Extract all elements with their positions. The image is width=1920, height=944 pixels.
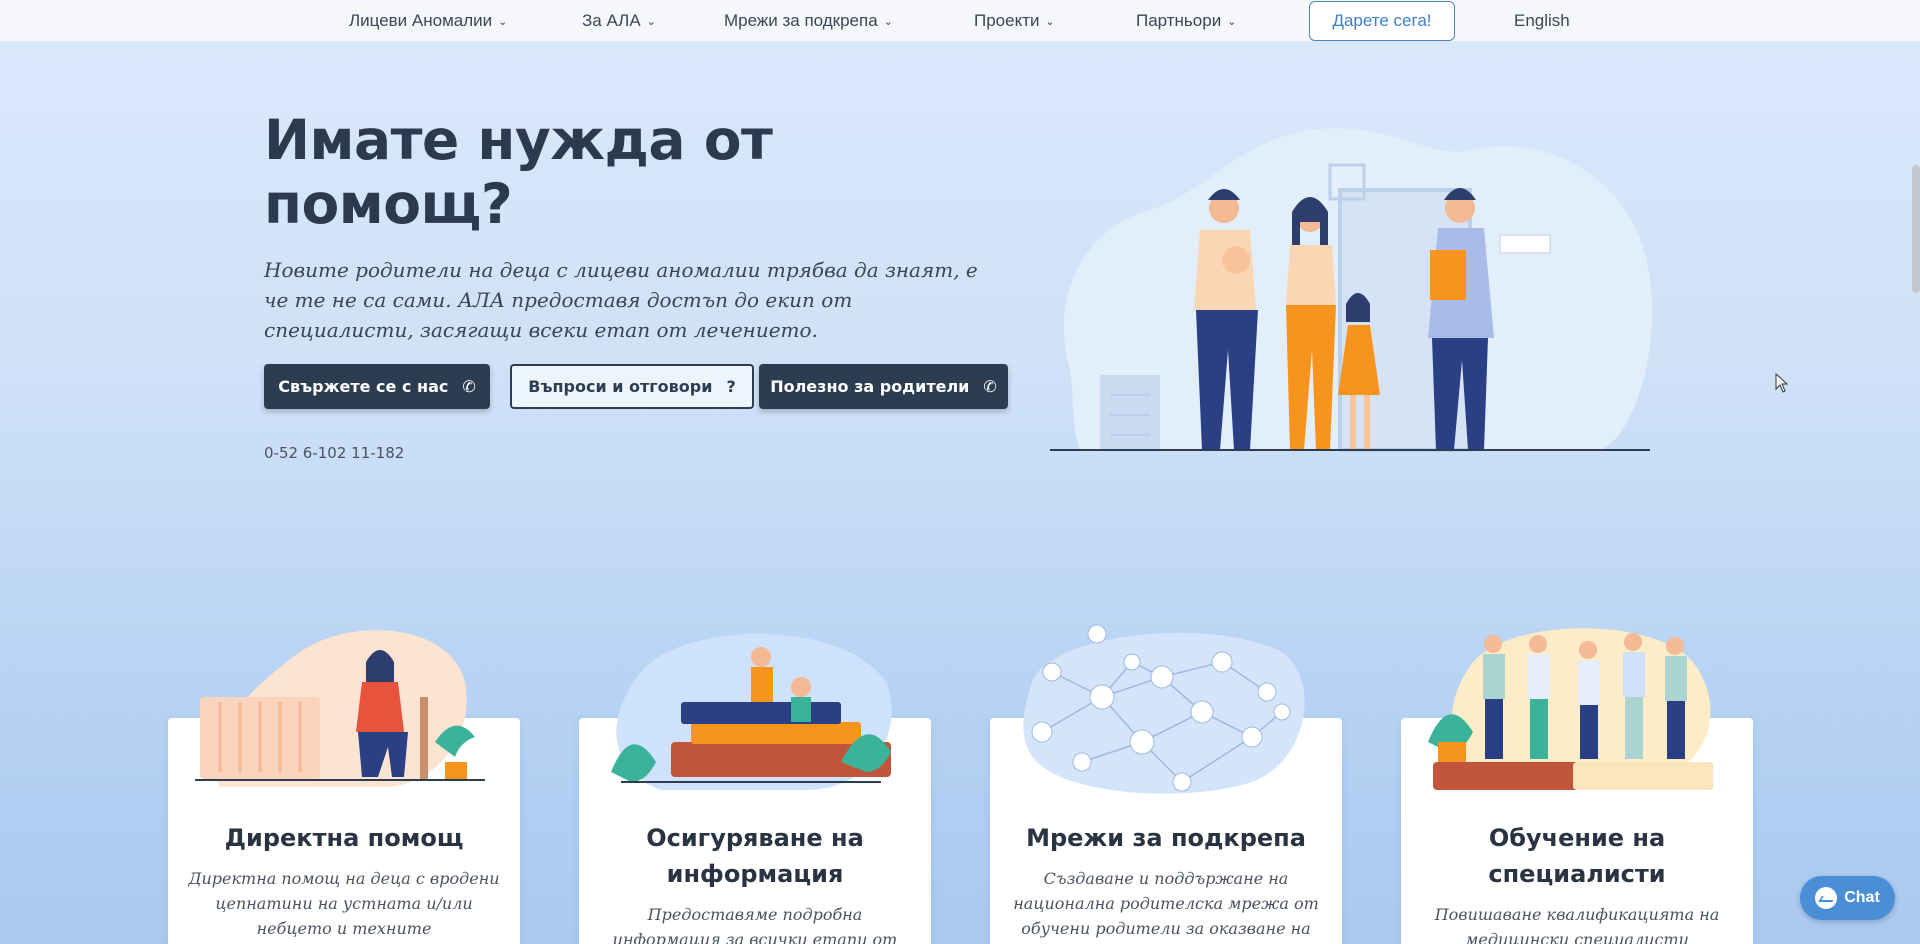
network-people-illustration xyxy=(1023,624,1305,794)
medical-team-illustration xyxy=(1428,628,1713,790)
nav-item-label: Партньори xyxy=(1136,11,1222,30)
hero-text: Новите родители на деца с лицеви аномали… xyxy=(264,258,978,342)
nav-item-label: За АЛА xyxy=(582,11,641,30)
card-title-training: Обучение на специалисти xyxy=(1488,824,1666,888)
language-switch-link[interactable]: English xyxy=(1514,0,1570,42)
hero-title: Имате нужда от помощ? xyxy=(264,108,773,236)
contact-button-label: Свържете се с нас xyxy=(278,377,449,396)
chevron-down-icon: ⌄ xyxy=(646,15,656,28)
card-text-direct-help: Директна помощ на деца с вродени цепнати… xyxy=(188,869,500,938)
contact-button[interactable]: Свържете се с нас ✆ xyxy=(264,364,490,409)
card-text-support-networks: Създаване и поддържане на национална род… xyxy=(1013,869,1319,938)
family-doctor-illustration xyxy=(1050,128,1652,452)
card-text-training: Повишаване квалификацията на медицински … xyxy=(1434,905,1720,944)
nav-item-partners[interactable]: Партньори ⌄ xyxy=(1136,0,1236,42)
faq-button[interactable]: Въпроси и отговори ? xyxy=(510,364,754,409)
messenger-icon xyxy=(1815,887,1838,909)
chevron-down-icon: ⌄ xyxy=(1227,15,1237,28)
card-title-information: Осигуряване на информация xyxy=(646,824,864,888)
donate-button[interactable]: Дарете сега! xyxy=(1309,1,1455,41)
top-navigation: Лицеви Аномалии ⌄ За АЛА ⌄ Мрежи за подкре… xyxy=(0,0,1920,42)
phone-icon: ✆ xyxy=(462,377,476,396)
chevron-down-icon: ⌄ xyxy=(1045,15,1055,28)
faq-button-label: Въпроси и отговори xyxy=(528,377,713,396)
reading-books-illustration xyxy=(611,633,892,790)
nav-item-about[interactable]: За АЛА ⌄ xyxy=(582,0,656,42)
card-title-support-networks: Мрежи за подкрепа xyxy=(1026,824,1306,852)
nav-item-label: Лицеви Аномалии xyxy=(349,11,493,30)
chat-label: Chat xyxy=(1844,889,1880,906)
chevron-down-icon: ⌄ xyxy=(498,15,508,28)
scrollbar-thumb[interactable] xyxy=(1912,165,1920,293)
useful-for-parents-button[interactable]: Полезно за родители ✆ xyxy=(759,364,1008,409)
nav-item-support-networks[interactable]: Мрежи за подкрепа ⌄ xyxy=(724,0,893,42)
question-icon: ? xyxy=(726,377,736,396)
card-text-information: Предоставяме подробна информация за всич… xyxy=(612,905,898,944)
nav-item-facial-anomalies[interactable]: Лицеви Аномалии ⌄ xyxy=(349,0,507,42)
card-title-direct-help: Директна помощ xyxy=(224,824,464,852)
nav-item-label: Проекти xyxy=(974,11,1040,30)
chevron-down-icon: ⌄ xyxy=(883,15,893,28)
chat-button[interactable]: Chat xyxy=(1800,876,1895,920)
useful-button-label: Полезно за родители xyxy=(770,377,970,396)
mother-baby-illustration xyxy=(195,630,485,787)
nav-item-projects[interactable]: Проекти ⌄ xyxy=(974,0,1055,42)
phone-number: 0-52 6-102 11-182 xyxy=(264,444,405,462)
mouse-cursor-icon xyxy=(1775,373,1789,393)
phone-icon: ✆ xyxy=(983,377,997,396)
nav-item-label: Мрежи за подкрепа xyxy=(724,11,878,30)
